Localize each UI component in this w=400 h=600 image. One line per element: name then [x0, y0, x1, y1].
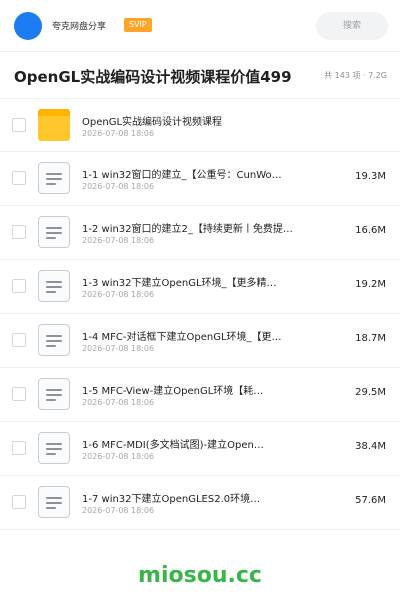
file-date: 2026-07-08 18:06: [82, 182, 155, 191]
file-name: 1-7 win32下建立OpenGLES2.0环境…: [82, 494, 261, 505]
file-name: 1-2 win32窗口的建立2_【持续更新丨免费提…: [82, 224, 293, 235]
top-bar: 夸克网盘分享 SVIP 搜索: [0, 0, 400, 52]
file-name: 1-5 MFC-View-建立OpenGL环境【耗…: [82, 386, 264, 397]
file-row[interactable]: 1-1 win32窗口的建立_【公重号：CunWo… 2026-07-08 18…: [0, 152, 400, 206]
file-name: 1-4 MFC-对话框下建立OpenGL环境_【更…: [82, 332, 282, 343]
file-list: OpenGL实战编码设计视频课程 2026-07-08 18:06 1-1 wi…: [0, 98, 400, 530]
row-checkbox[interactable]: [12, 333, 26, 347]
file-name: 1-3 win32下建立OpenGL环境_【更多精…: [82, 278, 277, 289]
file-row[interactable]: 1-3 win32下建立OpenGL环境_【更多精… 2026-07-08 18…: [0, 260, 400, 314]
row-checkbox[interactable]: [12, 118, 26, 132]
row-checkbox[interactable]: [12, 279, 26, 293]
summary-count: 共 143 项 · 7.2G: [324, 71, 387, 80]
row-checkbox[interactable]: [12, 225, 26, 239]
file-size: 18.7M: [355, 333, 386, 344]
file-date: 2026-07-08 18:06: [82, 236, 155, 245]
file-date: 2026-07-08 18:06: [82, 506, 155, 515]
file-size: 38.4M: [355, 441, 386, 452]
svip-badge: SVIP: [124, 18, 152, 32]
document-icon: [38, 324, 70, 356]
document-icon: [38, 486, 70, 518]
file-name: OpenGL实战编码设计视频课程: [82, 117, 223, 128]
row-checkbox[interactable]: [12, 441, 26, 455]
file-size: 16.6M: [355, 225, 386, 236]
file-row[interactable]: 1-7 win32下建立OpenGLES2.0环境… 2026-07-08 18…: [0, 476, 400, 530]
file-size: 19.2M: [355, 279, 386, 290]
file-row[interactable]: 1-4 MFC-对话框下建立OpenGL环境_【更… 2026-07-08 18…: [0, 314, 400, 368]
file-name: 1-6 MFC-MDI(多文档试图)-建立Open…: [82, 440, 264, 451]
watermark: miosou.cc: [138, 563, 262, 588]
file-size: 57.6M: [355, 495, 386, 506]
avatar[interactable]: [14, 12, 42, 40]
file-row-folder[interactable]: OpenGL实战编码设计视频课程 2026-07-08 18:06: [0, 98, 400, 152]
file-date: 2026-07-08 18:06: [82, 290, 155, 299]
file-row[interactable]: 1-6 MFC-MDI(多文档试图)-建立Open… 2026-07-08 18…: [0, 422, 400, 476]
file-row[interactable]: 1-5 MFC-View-建立OpenGL环境【耗… 2026-07-08 18…: [0, 368, 400, 422]
folder-icon: [38, 109, 70, 141]
row-checkbox[interactable]: [12, 495, 26, 509]
file-size: 29.5M: [355, 387, 386, 398]
search-button[interactable]: 搜索: [316, 12, 388, 40]
file-date: 2026-07-08 18:06: [82, 398, 155, 407]
document-icon: [38, 432, 70, 464]
file-date: 2026-07-08 18:06: [82, 452, 155, 461]
document-icon: [38, 162, 70, 194]
document-icon: [38, 270, 70, 302]
file-name: 1-1 win32窗口的建立_【公重号：CunWo…: [82, 170, 282, 181]
file-row[interactable]: 1-2 win32窗口的建立2_【持续更新丨免费提… 2026-07-08 18…: [0, 206, 400, 260]
row-checkbox[interactable]: [12, 387, 26, 401]
file-date: 2026-07-08 18:06: [82, 129, 155, 138]
title-row: OpenGL实战编码设计视频课程价值499 共 143 项 · 7.2G: [0, 52, 400, 98]
document-icon: [38, 216, 70, 248]
document-icon: [38, 378, 70, 410]
page-title: OpenGL实战编码设计视频课程价值499: [14, 68, 292, 86]
row-checkbox[interactable]: [12, 171, 26, 185]
file-size: 19.3M: [355, 171, 386, 182]
user-name: 夸克网盘分享: [52, 22, 107, 32]
file-date: 2026-07-08 18:06: [82, 344, 155, 353]
